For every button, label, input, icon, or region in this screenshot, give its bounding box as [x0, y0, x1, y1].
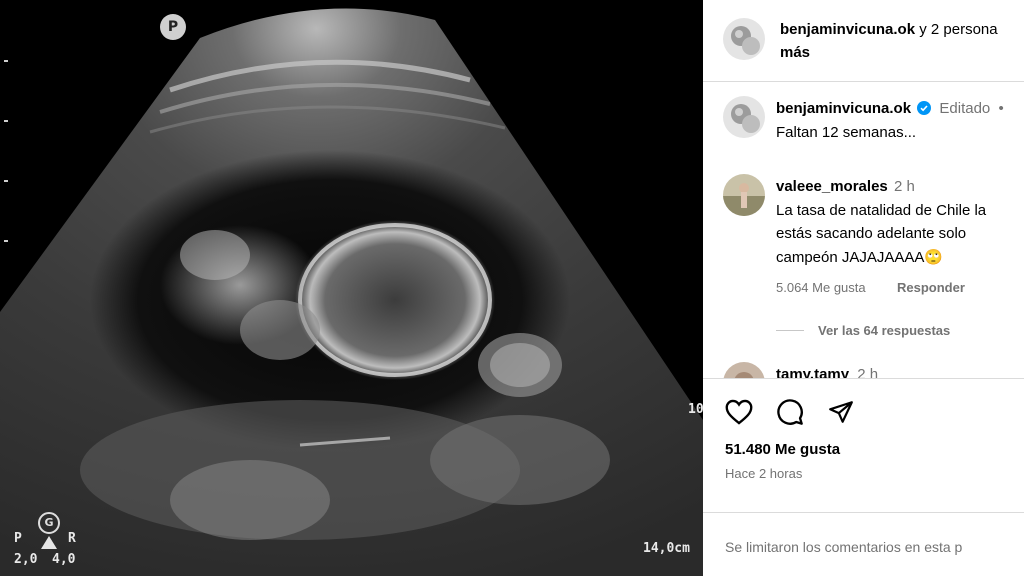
side-mark: 10 [688, 402, 703, 417]
caption-dot: • [998, 100, 1004, 117]
reply-button[interactable]: Responder [897, 280, 965, 295]
comment-meta: valeee_morales 2 h [776, 178, 915, 195]
heart-icon[interactable] [724, 397, 754, 427]
verified-icon [917, 101, 932, 119]
caption-meta: benjaminvicuna.ok Editado • [776, 100, 1004, 119]
replies-line [776, 330, 804, 331]
author-avatar[interactable] [723, 18, 765, 60]
ultrasound-scan [0, 8, 703, 576]
comment-line: campeón JAJAJAAAA🙄 [776, 249, 944, 266]
view-replies-button[interactable]: Ver las 64 respuestas [818, 323, 950, 338]
value-left: 2,0 [14, 552, 38, 567]
label-p: P [14, 531, 22, 546]
gain-badge: G [38, 512, 60, 534]
value-right: 4,0 [52, 552, 76, 567]
likes-count[interactable]: 51.480 Me gusta [725, 441, 840, 458]
label-r: R [68, 531, 76, 546]
post-sidebar: benjaminvicuna.ok y 2 persona más benjam… [703, 0, 1024, 576]
header-divider [703, 81, 1024, 82]
caption-text: Faltan 12 semanas... [776, 124, 917, 141]
probe-badge: P [160, 14, 186, 40]
comment-avatar[interactable] [723, 174, 765, 216]
caption-avatar[interactable] [723, 96, 765, 138]
comment-username[interactable]: valeee_morales [776, 178, 888, 195]
post-header-text: benjaminvicuna.ok y 2 persona [780, 21, 998, 38]
header-username[interactable]: benjaminvicuna.ok [780, 21, 915, 38]
comment-line: estás sacando adelante solo [776, 225, 967, 242]
depth-readout: 14,0cm [643, 541, 690, 556]
footer-divider [703, 512, 1024, 513]
post-time: Hace 2 horas [725, 466, 803, 481]
header-more[interactable]: más [780, 44, 810, 61]
comments-limited-note: Se limitaron los comentarios en esta p [725, 539, 963, 555]
post-image[interactable]: P G P R 2,0 4,0 14,0cm 10 [0, 0, 703, 576]
comment-likes[interactable]: 5.064 Me gusta [776, 280, 866, 295]
send-icon[interactable] [826, 397, 856, 427]
header-connector: y 2 persona [915, 21, 998, 38]
caption-edited: Editado [939, 100, 991, 117]
comment-icon[interactable] [775, 397, 805, 427]
comment-line: La tasa de natalidad de Chile la [776, 202, 987, 219]
caption-username[interactable]: benjaminvicuna.ok [776, 100, 911, 117]
comment-time: 2 h [893, 178, 915, 195]
actions-divider [703, 378, 1024, 379]
